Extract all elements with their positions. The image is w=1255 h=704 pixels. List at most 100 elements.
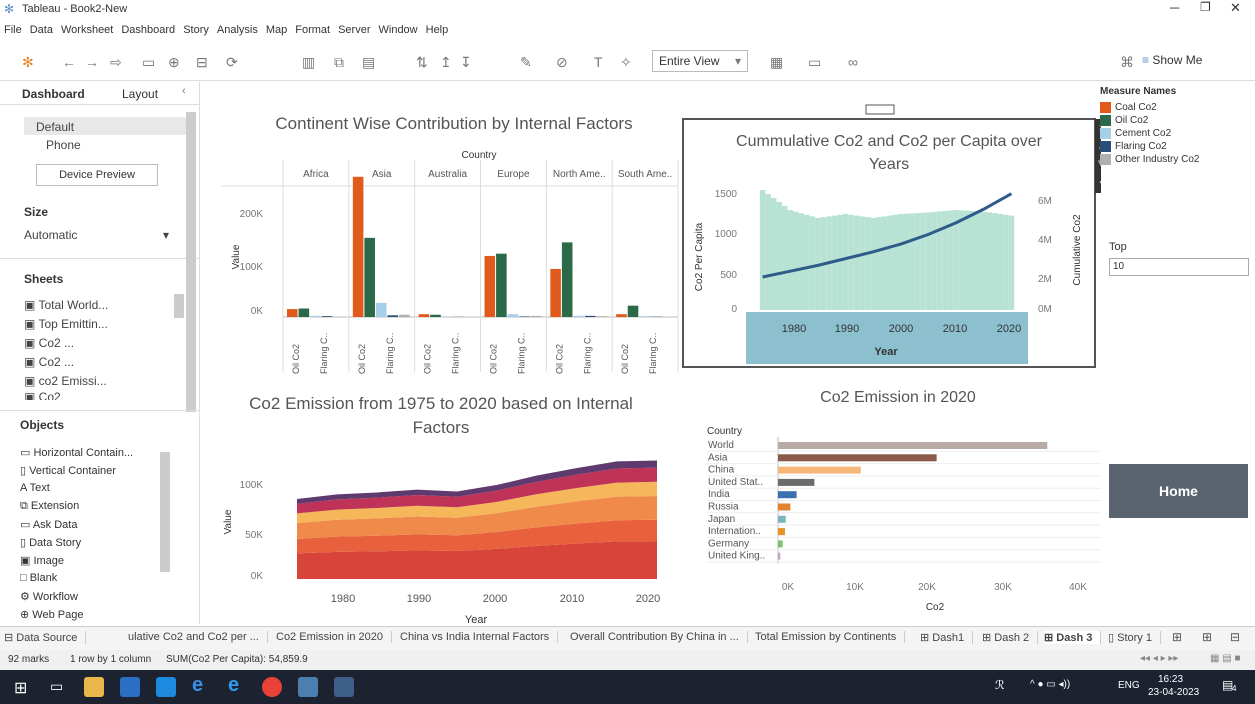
menu-server[interactable]: Server [338,18,370,43]
device-default[interactable]: Default [24,117,194,135]
share-icon[interactable]: ∞ [848,54,858,70]
sheet-item[interactable]: ▣ Top Emittin... [24,317,108,331]
ie-icon[interactable]: e [192,674,203,697]
undo-icon[interactable]: ← [62,54,76,70]
menu-data[interactable]: Data [30,18,53,43]
replay-icon[interactable]: ⇨ [110,54,122,71]
menu-file[interactable]: File [4,18,22,43]
object-extension[interactable]: ⧉ Extension [20,500,79,513]
people-icon[interactable]: ℛ [995,678,1005,692]
chrome-icon[interactable] [262,677,282,697]
menu-analysis[interactable]: Analysis [217,18,258,43]
drag-handle[interactable] [865,104,895,115]
sheet-item[interactable]: ▣ Total World... [24,298,108,312]
new-datasource-icon[interactable]: ⊕ [168,54,180,71]
minimize-button[interactable]: ─ [1170,0,1179,15]
tab-dashboard[interactable]: Dashboard [22,87,85,101]
object-image[interactable]: ▣ Image [20,554,64,567]
legend-item[interactable]: Cement Co2 [1100,127,1250,140]
tab-total-continents[interactable]: Total Emission by Continents [755,631,906,643]
duplicate-icon[interactable]: ⧉ [334,54,344,71]
view-mode-icons[interactable]: ▦ ▤ ■ [1210,653,1241,664]
tab-co2-2020[interactable]: Co2 Emission in 2020 [276,631,393,643]
tab-overall-china[interactable]: Overall Contribution By China in ... [570,631,748,643]
show-cards-icon[interactable]: ▦ [770,54,783,71]
collapse-panel-icon[interactable]: ‹ [182,85,186,97]
tray-icons[interactable]: ^ ● ▭ ◂)) [1030,679,1070,690]
menu-window[interactable]: Window [379,18,418,43]
tooltip-icon[interactable]: ⌘ [1120,54,1134,71]
object-workflow[interactable]: ⚙ Workflow [20,590,78,603]
tab-dash3[interactable]: ⊞ Dash 3 [1044,631,1102,644]
device-preview-button[interactable]: Device Preview [36,164,158,186]
swap-icon[interactable]: ⇅ [416,54,428,71]
legend-item[interactable]: Coal Co2 [1100,101,1250,114]
home-button[interactable]: Home [1109,464,1248,518]
fit-dropdown[interactable]: Entire View ▾ [652,50,748,72]
edge-icon[interactable]: e [228,674,239,697]
top-filter-input[interactable]: 10 [1109,258,1249,276]
sheet-item[interactable]: ▣ co2 Emissi... [24,374,107,388]
restore-button[interactable]: ❐ [1200,0,1211,14]
show-me-button[interactable]: ≡ Show Me [1142,53,1202,67]
tab-story1[interactable]: ▯ Story 1 [1108,631,1161,644]
sheet-nav-icons[interactable]: ◂◂ ◂ ▸ ▸▸ [1140,653,1178,664]
object-data-story[interactable]: ▯ Data Story [20,536,81,549]
new-sheet-icon[interactable]: ⊞ [1172,630,1182,644]
refresh-icon[interactable]: ⟳ [226,54,238,71]
object-web-page[interactable]: ⊕ Web Page [20,608,83,621]
sheet-item[interactable]: ▣ Co2 [24,390,61,400]
legend-item[interactable]: Other Industry Co2 [1100,153,1250,166]
close-button[interactable]: ✕ [1230,0,1241,16]
labels-icon[interactable]: T [594,54,603,70]
new-worksheet-icon[interactable]: ▥ [302,54,315,71]
objects-scrollbar[interactable] [160,452,170,572]
object-horizontal-container[interactable]: ▭ Horizontal Contain... [20,446,133,459]
sheets-scrollbar[interactable] [174,294,184,318]
highlight-icon[interactable]: ✎ [520,54,532,71]
menu-help[interactable]: Help [426,18,449,43]
menu-worksheet[interactable]: Worksheet [61,18,113,43]
store-icon[interactable] [120,677,140,697]
windows-start-icon[interactable]: ⊞ [14,678,27,698]
object-blank[interactable]: □ Blank [20,572,57,584]
tableau-reader-icon[interactable] [334,677,354,697]
new-dashboard-icon[interactable]: ⊞ [1202,630,1212,644]
language-indicator[interactable]: ENG [1118,680,1140,691]
tab-china-india[interactable]: China vs India Internal Factors [400,631,559,643]
object-vertical-container[interactable]: ▯ Vertical Container [20,464,116,477]
new-story-icon[interactable]: ⊟ [1230,630,1240,644]
tab-layout[interactable]: Layout [122,87,158,101]
panel-scrollbar[interactable] [186,112,196,412]
clear-sheet-icon[interactable]: ▤ [362,54,375,71]
tab-cumulative[interactable]: ulative Co2 and Co2 per ... [128,631,268,643]
object-ask-data[interactable]: ▭ Ask Data [20,518,77,531]
task-view-icon[interactable]: ▭ [50,678,63,695]
legend-item[interactable]: Oil Co2 [1100,114,1250,127]
save-icon[interactable]: ▭ [142,54,155,71]
device-phone[interactable]: Phone [46,138,81,152]
size-dropdown[interactable]: Automatic ▾ [24,228,169,242]
object-text[interactable]: A Text [20,482,50,494]
pause-icon[interactable]: ⊟ [196,54,208,71]
tab-data-source[interactable]: ⊟ Data Source [4,631,87,644]
sort-asc-icon[interactable]: ↥ [440,54,452,71]
sort-desc-icon[interactable]: ↧ [460,54,472,71]
pin-icon[interactable]: ✧ [620,54,632,71]
clock-time[interactable]: 16:23 [1158,674,1183,685]
menu-map[interactable]: Map [266,18,287,43]
legend-item[interactable]: Flaring Co2 [1100,140,1250,153]
group-icon[interactable]: ⊘ [556,54,568,71]
mail-icon[interactable] [156,677,176,697]
tableau-app-icon[interactable] [298,677,318,697]
sheet-item[interactable]: ▣ Co2 ... [24,336,74,350]
tableau-start-icon[interactable]: ✻ [22,54,34,71]
tab-dash2[interactable]: ⊞ Dash 2 [982,631,1039,644]
tab-dash1[interactable]: ⊞ Dash1 [920,631,974,644]
menu-story[interactable]: Story [183,18,209,43]
menu-dashboard[interactable]: Dashboard [121,18,175,43]
clock-date[interactable]: 23-04-2023 [1148,687,1199,698]
sheet-item[interactable]: ▣ Co2 ... [24,355,74,369]
redo-icon[interactable]: → [85,54,99,70]
presentation-icon[interactable]: ▭ [808,54,821,71]
